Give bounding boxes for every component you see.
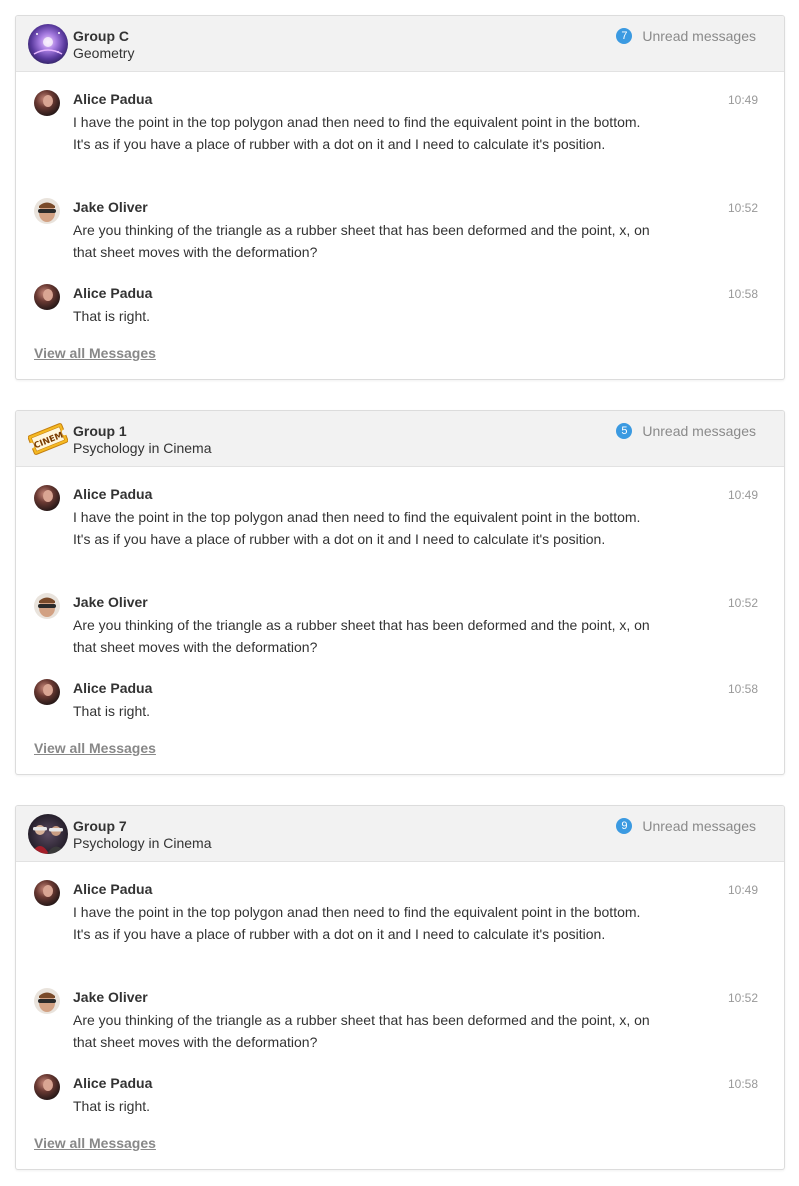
avatar-alice[interactable] — [34, 90, 60, 116]
message-author: Jake Oliver — [73, 199, 148, 215]
avatar-alice[interactable] — [34, 1074, 60, 1100]
group-header: Group C Geometry 7 Unread messages — [16, 16, 784, 72]
group-header: Group 7 Psychology in Cinema 9 Unread me… — [16, 806, 784, 862]
user-photo-icon — [34, 485, 60, 511]
avatar-jake[interactable] — [34, 198, 60, 224]
message-author: Alice Padua — [73, 881, 153, 897]
unread-count-badge: 9 — [616, 818, 633, 834]
avatar-jake[interactable] — [34, 593, 60, 619]
avatar-jake[interactable] — [34, 988, 60, 1014]
group-subject: Psychology in Cinema — [73, 835, 212, 851]
message-text: That is right. — [73, 703, 151, 719]
message-text: That is right. — [73, 1098, 151, 1114]
user-photo-icon — [34, 284, 60, 310]
view-all-messages-link[interactable]: View all Messages — [34, 740, 156, 756]
user-photo-icon — [34, 679, 60, 705]
message-author: Alice Padua — [73, 486, 153, 502]
message-author: Alice Padua — [73, 680, 153, 696]
message-time: 10:49 — [727, 93, 758, 107]
message-time: 10:58 — [727, 682, 758, 696]
unread-indicator[interactable]: 5 Unread messages — [616, 423, 756, 439]
message-text: I have the point in the top polygon anad… — [73, 509, 641, 547]
cinema-ticket-icon: CINEM — [27, 423, 69, 455]
unread-label: Unread messages — [642, 28, 756, 44]
message-text: That is right. — [73, 308, 151, 324]
message-time: 10:52 — [727, 991, 758, 1005]
message-text: Are you thinking of the triangle as a ru… — [73, 222, 650, 260]
galaxy-image-icon — [28, 24, 68, 64]
user-photo-icon — [34, 880, 60, 906]
message-text: Are you thinking of the triangle as a ru… — [73, 1012, 650, 1050]
group-avatar[interactable] — [28, 814, 68, 854]
cinema-audience-icon — [28, 814, 68, 854]
message-time: 10:49 — [727, 488, 758, 502]
group-header: CINEM Group 1 Psychology in Cinema 5 Unr… — [16, 411, 784, 467]
message-text: I have the point in the top polygon anad… — [73, 904, 641, 942]
unread-label: Unread messages — [642, 423, 756, 439]
user-photo-icon — [34, 1074, 60, 1100]
message-time: 10:52 — [727, 201, 758, 215]
avatar-alice[interactable] — [34, 485, 60, 511]
group-name: Group C — [73, 28, 129, 44]
message-author: Alice Padua — [73, 91, 153, 107]
group-card: CINEM Group 1 Psychology in Cinema 5 Unr… — [15, 410, 785, 775]
group-avatar[interactable]: CINEM — [27, 419, 69, 459]
message-time: 10:58 — [727, 287, 758, 301]
unread-label: Unread messages — [642, 818, 756, 834]
message-time: 10:49 — [727, 883, 758, 897]
message-text: I have the point in the top polygon anad… — [73, 114, 641, 152]
message-time: 10:58 — [727, 1077, 758, 1091]
message-author: Jake Oliver — [73, 989, 148, 1005]
user-photo-icon — [34, 198, 60, 224]
group-name: Group 1 — [73, 423, 127, 439]
group-subject: Psychology in Cinema — [73, 440, 212, 456]
group-subject: Geometry — [73, 45, 135, 61]
unread-indicator[interactable]: 9 Unread messages — [616, 818, 756, 834]
message-author: Alice Padua — [73, 1075, 153, 1091]
user-photo-icon — [34, 593, 60, 619]
unread-count-badge: 7 — [616, 28, 633, 44]
view-all-messages-link[interactable]: View all Messages — [34, 1135, 156, 1151]
unread-count-badge: 5 — [616, 423, 633, 439]
user-photo-icon — [34, 988, 60, 1014]
group-avatar[interactable] — [28, 24, 68, 64]
message-author: Alice Padua — [73, 285, 153, 301]
view-all-messages-link[interactable]: View all Messages — [34, 345, 156, 361]
avatar-alice[interactable] — [34, 284, 60, 310]
group-card: Group 7 Psychology in Cinema 9 Unread me… — [15, 805, 785, 1170]
avatar-alice[interactable] — [34, 880, 60, 906]
message-author: Jake Oliver — [73, 594, 148, 610]
group-card: Group C Geometry 7 Unread messages Alice… — [15, 15, 785, 380]
user-photo-icon — [34, 90, 60, 116]
group-name: Group 7 — [73, 818, 127, 834]
message-text: Are you thinking of the triangle as a ru… — [73, 617, 650, 655]
unread-indicator[interactable]: 7 Unread messages — [616, 28, 756, 44]
message-time: 10:52 — [727, 596, 758, 610]
avatar-alice[interactable] — [34, 679, 60, 705]
